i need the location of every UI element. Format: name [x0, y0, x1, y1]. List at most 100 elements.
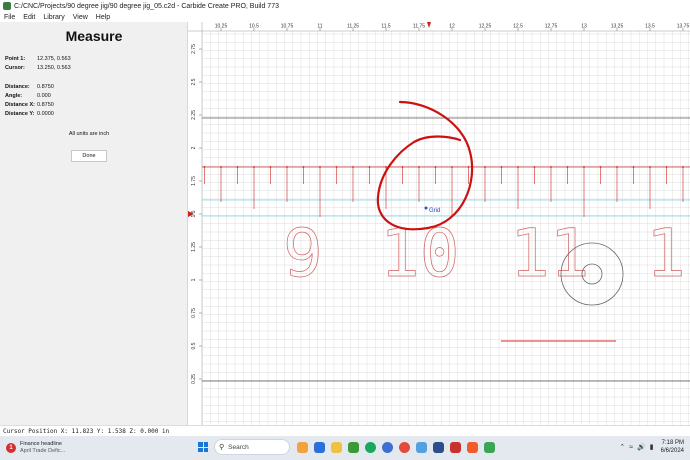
angle-row: Angle: 0.000 — [5, 93, 51, 99]
digit-12[interactable]: 12 — [646, 215, 690, 293]
cursor-row: Cursor: 13.250, 0.563 — [5, 65, 71, 71]
news-widget[interactable]: 1 Finance headline April Trade Defic... — [0, 441, 120, 455]
y-ruler-label: 2 — [191, 146, 197, 149]
x-ruler-label: 12.5 — [513, 24, 523, 30]
search-placeholder: Search — [228, 443, 249, 451]
app-icon — [3, 2, 11, 10]
scale-tick-dot — [269, 166, 272, 168]
edge-icon[interactable] — [382, 441, 393, 453]
grid-snap-point — [424, 206, 428, 210]
scale-tick-dot — [401, 166, 404, 168]
spotify-icon[interactable] — [365, 441, 376, 453]
scale-tick-dot — [203, 166, 206, 168]
distance-label: Distance: — [5, 84, 30, 90]
files-app-icon[interactable] — [314, 441, 325, 453]
scale-tick-dot — [302, 166, 305, 168]
distance-x-value: 0.8750 — [37, 102, 54, 108]
search-icon: ⚲ — [219, 444, 225, 451]
brave-icon[interactable] — [467, 441, 478, 453]
scale-tick-dot — [220, 166, 222, 168]
menu-help[interactable]: Help — [96, 14, 110, 21]
cursor-label: Cursor: — [5, 65, 25, 71]
news-subtitle: April Trade Defic... — [20, 448, 66, 454]
digit-10[interactable]: 10 — [380, 215, 460, 293]
menu-bar: File Edit Library View Help — [0, 12, 690, 22]
windows-start-icon[interactable] — [198, 442, 208, 452]
battery-icon[interactable]: ▮ — [650, 443, 654, 451]
scale-tick-dot — [236, 166, 239, 168]
menu-library[interactable]: Library — [43, 14, 64, 21]
scale-tick-dot — [599, 166, 602, 168]
volume-icon[interactable]: 🔊 — [637, 443, 646, 451]
scale-tick-dot — [352, 166, 354, 168]
scale-tick-dot — [566, 166, 569, 168]
scale-tick-dot — [665, 166, 668, 168]
design-canvas[interactable]: 10.25 10.5 10.75 11 11.25 11.5 11.75 12 12.25 12.… — [188, 22, 690, 425]
scale-tick-dot — [467, 166, 470, 168]
taskbar-search[interactable]: ⚲ Search — [214, 439, 290, 455]
cursor-position-text: Cursor Position X: 11.823 Y: 1.538 Z: 0.… — [3, 427, 170, 435]
scale-tick-dot — [319, 166, 321, 168]
x-ruler-label: 13.5 — [645, 24, 655, 30]
mcafee-icon[interactable] — [450, 441, 461, 453]
scale-tick-dot — [385, 166, 387, 168]
distance-y-value: 0.0000 — [37, 111, 54, 117]
distance-x-label: Distance X: — [5, 102, 35, 108]
scale-tick-dot — [434, 166, 437, 168]
distance-x-row: Distance X: 0.8750 — [5, 102, 54, 108]
menu-view[interactable]: View — [73, 14, 88, 21]
scale-tick-dot — [335, 166, 338, 168]
x-ruler-label: 12.75 — [545, 24, 558, 30]
done-button[interactable]: Done — [71, 150, 107, 162]
x-ruler-label: 13.25 — [611, 24, 624, 30]
wifi-icon[interactable]: ≈ — [629, 444, 633, 451]
x-ruler-label: 11.75 — [413, 24, 425, 30]
scale-tick-dot — [583, 166, 585, 168]
photos-app-icon[interactable] — [416, 441, 427, 453]
scale-tick-dot — [484, 166, 486, 168]
canvas-svg[interactable]: 10.25 10.5 10.75 11 11.25 11.5 11.75 12 12.25 12.… — [188, 22, 690, 425]
y-ruler-label: 1.75 — [191, 176, 197, 186]
widget-app-icon[interactable] — [297, 441, 308, 453]
point1-value: 12.375, 0.563 — [37, 56, 71, 62]
x-ruler-label: 13.75 — [677, 24, 690, 30]
distance-value: 0.8750 — [37, 84, 54, 90]
clock[interactable]: 7:18 PM 6/6/2024 — [661, 439, 684, 455]
news-badge: 1 — [6, 443, 16, 453]
y-ruler-label: 1.25 — [191, 242, 197, 252]
chevron-up-icon[interactable]: ⌃ — [619, 443, 625, 451]
carbide-create-icon[interactable] — [484, 441, 495, 453]
mail-app-icon[interactable] — [433, 441, 444, 453]
x-ruler-label: 12.25 — [479, 24, 492, 30]
taskbar: 1 Finance headline April Trade Defic... … — [0, 436, 690, 460]
app-window: C:/CNC/Projects/90 degree jig/90 degree … — [0, 0, 690, 460]
scale-tick-dot — [649, 166, 651, 168]
store-app-icon[interactable] — [348, 441, 359, 453]
measure-panel: Measure Point 1: 12.375, 0.563 Cursor: 1… — [0, 22, 188, 425]
menu-edit[interactable]: Edit — [23, 14, 35, 21]
scale-tick-dot — [632, 166, 635, 168]
clock-date: 6/6/2024 — [660, 448, 684, 454]
scale-tick-dot — [616, 166, 618, 168]
y-ruler-label: 2.5 — [191, 78, 197, 85]
file-explorer-icon[interactable] — [331, 441, 342, 453]
chrome-icon[interactable] — [399, 441, 410, 453]
scale-tick-dot — [253, 166, 255, 168]
news-title: Finance headline — [20, 441, 62, 447]
y-ruler-label: 2.25 — [191, 110, 197, 120]
scale-tick-dot — [451, 166, 453, 168]
scale-tick-dot — [533, 166, 536, 168]
x-ruler-label: 10.25 — [215, 24, 228, 30]
system-tray: ⌃ ≈ 🔊 ▮ 7:18 PM 6/6/2024 — [619, 439, 684, 455]
window-title: C:/CNC/Projects/90 degree jig/90 degree … — [14, 2, 279, 10]
y-ruler-label: 0.5 — [191, 342, 197, 349]
distance-y-row: Distance Y: 0.0000 — [5, 111, 54, 117]
cursor-value: 13.250, 0.563 — [37, 65, 71, 71]
menu-file[interactable]: File — [4, 14, 15, 21]
x-ruler-label: 11 — [317, 24, 322, 30]
x-ruler-label: 12 — [449, 24, 455, 30]
digit-9[interactable]: 9 — [283, 215, 323, 293]
status-bar: Cursor Position X: 11.823 Y: 1.538 Z: 0.… — [0, 425, 690, 436]
y-ruler-label: 0.25 — [191, 374, 197, 384]
digit-11[interactable]: 11 — [510, 215, 590, 293]
